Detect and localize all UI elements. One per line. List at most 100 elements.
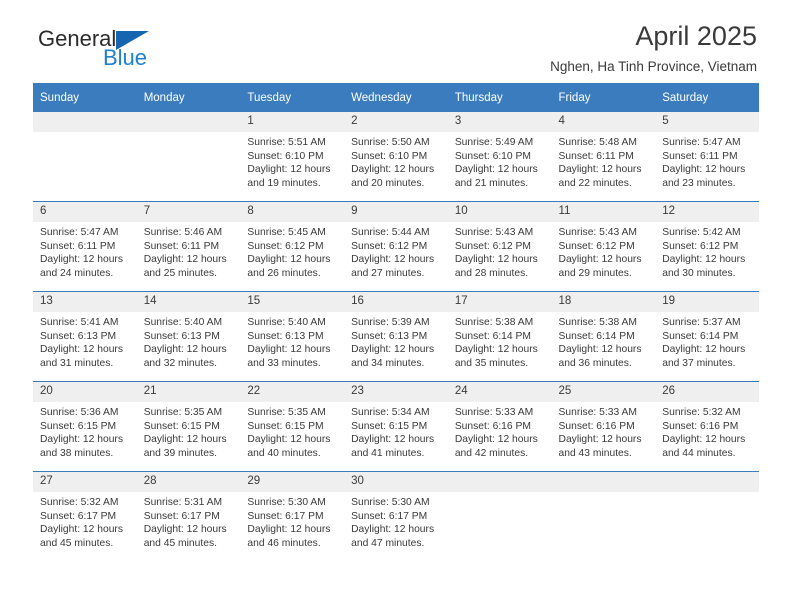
daylight-text: Daylight: 12 hours and 45 minutes. (143, 524, 227, 549)
day-cell[interactable] (447, 471, 552, 561)
day-cell[interactable]: 3 Sunrise: 5:49 AM Sunset: 6:10 PM Dayli… (447, 112, 552, 202)
sunset-text: Sunset: 6:12 PM (351, 240, 428, 252)
day-cell[interactable]: 15 Sunrise: 5:40 AM Sunset: 6:13 PM Dayl… (240, 291, 345, 382)
daylight-text: Daylight: 12 hours and 19 minutes. (247, 164, 331, 189)
day-details: Sunrise: 5:41 AM Sunset: 6:13 PM Dayligh… (33, 312, 137, 370)
day-details: Sunrise: 5:32 AM Sunset: 6:17 PM Dayligh… (33, 492, 137, 550)
sunset-text: Sunset: 6:16 PM (662, 420, 739, 432)
daylight-text: Daylight: 12 hours and 21 minutes. (454, 164, 538, 189)
day-cell[interactable]: 10 Sunrise: 5:43 AM Sunset: 6:12 PM Dayl… (447, 201, 552, 292)
daylight-text: Daylight: 12 hours and 39 minutes. (143, 434, 227, 459)
day-details: Sunrise: 5:47 AM Sunset: 6:11 PM Dayligh… (33, 222, 137, 280)
day-cell[interactable]: 27 Sunrise: 5:32 AM Sunset: 6:17 PM Dayl… (33, 471, 137, 561)
day-cell[interactable]: 30 Sunrise: 5:30 AM Sunset: 6:17 PM Dayl… (344, 471, 448, 561)
day-number: 24 (447, 382, 552, 402)
calendar-week-row: 1 Sunrise: 5:51 AM Sunset: 6:10 PM Dayli… (33, 112, 759, 202)
day-cell[interactable] (551, 471, 656, 561)
sunset-text: Sunset: 6:16 PM (454, 420, 531, 432)
sunset-text: Sunset: 6:15 PM (247, 420, 324, 432)
sunrise-text: Sunrise: 5:43 AM (454, 227, 534, 238)
day-cell[interactable]: 12 Sunrise: 5:42 AM Sunset: 6:12 PM Dayl… (655, 201, 759, 292)
sunrise-text: Sunrise: 5:34 AM (351, 407, 430, 418)
sunset-text: Sunset: 6:10 PM (454, 150, 531, 162)
day-cell[interactable]: 13 Sunrise: 5:41 AM Sunset: 6:13 PM Dayl… (33, 291, 137, 382)
day-cell[interactable]: 1 Sunrise: 5:51 AM Sunset: 6:10 PM Dayli… (240, 112, 345, 202)
day-cell[interactable]: 6 Sunrise: 5:47 AM Sunset: 6:11 PM Dayli… (33, 201, 137, 292)
day-cell[interactable]: 16 Sunrise: 5:39 AM Sunset: 6:13 PM Dayl… (344, 291, 448, 382)
day-cell[interactable]: 9 Sunrise: 5:44 AM Sunset: 6:12 PM Dayli… (344, 201, 448, 292)
day-number: 21 (136, 382, 241, 402)
day-cell[interactable]: 2 Sunrise: 5:50 AM Sunset: 6:10 PM Dayli… (344, 112, 448, 202)
day-cell[interactable]: 26 Sunrise: 5:32 AM Sunset: 6:16 PM Dayl… (655, 381, 759, 472)
day-cell[interactable]: 7 Sunrise: 5:46 AM Sunset: 6:11 PM Dayli… (136, 201, 241, 292)
day-cell[interactable]: 29 Sunrise: 5:30 AM Sunset: 6:17 PM Dayl… (240, 471, 345, 561)
sunrise-text: Sunrise: 5:38 AM (558, 317, 637, 328)
day-cell[interactable]: 25 Sunrise: 5:33 AM Sunset: 6:16 PM Dayl… (551, 381, 656, 472)
weekday-header-saturday: Saturday (655, 83, 759, 112)
day-cell[interactable] (136, 112, 241, 202)
day-cell[interactable]: 5 Sunrise: 5:47 AM Sunset: 6:11 PM Dayli… (655, 112, 759, 202)
day-cell[interactable]: 28 Sunrise: 5:31 AM Sunset: 6:17 PM Dayl… (136, 471, 241, 561)
day-cell[interactable]: 18 Sunrise: 5:38 AM Sunset: 6:14 PM Dayl… (551, 291, 656, 382)
day-details (137, 132, 241, 136)
day-number: 8 (240, 202, 345, 222)
day-cell[interactable]: 8 Sunrise: 5:45 AM Sunset: 6:12 PM Dayli… (240, 201, 345, 292)
daylight-text: Daylight: 12 hours and 22 minutes. (558, 164, 642, 189)
daylight-text: Daylight: 12 hours and 23 minutes. (662, 164, 746, 189)
day-number: 9 (344, 202, 448, 222)
sunrise-text: Sunrise: 5:48 AM (558, 137, 637, 148)
day-number: 16 (344, 292, 448, 312)
daylight-text: Daylight: 12 hours and 26 minutes. (247, 254, 331, 279)
generalblue-logo[interactable]: General Blue (38, 28, 268, 76)
daylight-text: Daylight: 12 hours and 31 minutes. (40, 344, 123, 369)
day-cell[interactable]: 21 Sunrise: 5:35 AM Sunset: 6:15 PM Dayl… (136, 381, 241, 472)
sunset-text: Sunset: 6:11 PM (558, 150, 634, 162)
day-details (448, 492, 552, 496)
day-cell[interactable]: 24 Sunrise: 5:33 AM Sunset: 6:16 PM Dayl… (447, 381, 552, 472)
daylight-text: Daylight: 12 hours and 38 minutes. (40, 434, 123, 459)
page-header: General Blue April 2025 Nghen, Ha Tinh P… (33, 0, 759, 75)
day-number: 17 (447, 292, 552, 312)
day-cell[interactable] (655, 471, 759, 561)
day-details (552, 492, 656, 496)
day-number: 18 (551, 292, 656, 312)
day-number: 26 (655, 382, 759, 402)
daylight-text: Daylight: 12 hours and 45 minutes. (40, 524, 123, 549)
sunrise-text: Sunrise: 5:44 AM (351, 227, 430, 238)
day-cell[interactable]: 23 Sunrise: 5:34 AM Sunset: 6:15 PM Dayl… (344, 381, 448, 472)
day-number: 29 (240, 472, 345, 492)
sunset-text: Sunset: 6:17 PM (40, 510, 117, 522)
day-number: 5 (655, 112, 759, 132)
weekday-header-sunday: Sunday (33, 83, 137, 112)
day-cell[interactable]: 4 Sunrise: 5:48 AM Sunset: 6:11 PM Dayli… (551, 112, 656, 202)
day-cell[interactable]: 11 Sunrise: 5:43 AM Sunset: 6:12 PM Dayl… (551, 201, 656, 292)
day-cell[interactable]: 14 Sunrise: 5:40 AM Sunset: 6:13 PM Dayl… (136, 291, 241, 382)
day-cell[interactable]: 17 Sunrise: 5:38 AM Sunset: 6:14 PM Dayl… (447, 291, 552, 382)
sunrise-text: Sunrise: 5:39 AM (351, 317, 430, 328)
day-number: 15 (240, 292, 345, 312)
sunset-text: Sunset: 6:14 PM (662, 330, 739, 342)
day-cell[interactable]: 22 Sunrise: 5:35 AM Sunset: 6:15 PM Dayl… (240, 381, 345, 472)
day-number: 11 (551, 202, 656, 222)
day-details: Sunrise: 5:38 AM Sunset: 6:14 PM Dayligh… (552, 312, 656, 370)
sunset-text: Sunset: 6:13 PM (143, 330, 220, 342)
day-details: Sunrise: 5:51 AM Sunset: 6:10 PM Dayligh… (240, 132, 344, 190)
sunset-text: Sunset: 6:14 PM (454, 330, 531, 342)
sunrise-text: Sunrise: 5:35 AM (247, 407, 326, 418)
day-number: 27 (33, 472, 137, 492)
weekday-header-friday: Friday (551, 83, 656, 112)
day-cell[interactable]: 19 Sunrise: 5:37 AM Sunset: 6:14 PM Dayl… (655, 291, 759, 382)
sunset-text: Sunset: 6:11 PM (662, 150, 738, 162)
sunset-text: Sunset: 6:12 PM (247, 240, 324, 252)
day-number: 13 (33, 292, 137, 312)
day-cell[interactable] (33, 112, 137, 202)
day-cell[interactable]: 20 Sunrise: 5:36 AM Sunset: 6:15 PM Dayl… (33, 381, 137, 472)
day-number (136, 112, 241, 132)
weekday-header-thursday: Thursday (447, 83, 552, 112)
weekday-header-wednesday: Wednesday (344, 83, 448, 112)
daylight-text: Daylight: 12 hours and 30 minutes. (662, 254, 746, 279)
day-details: Sunrise: 5:45 AM Sunset: 6:12 PM Dayligh… (240, 222, 344, 280)
day-details (655, 492, 759, 496)
day-number: 25 (551, 382, 656, 402)
sunset-text: Sunset: 6:11 PM (40, 240, 116, 252)
